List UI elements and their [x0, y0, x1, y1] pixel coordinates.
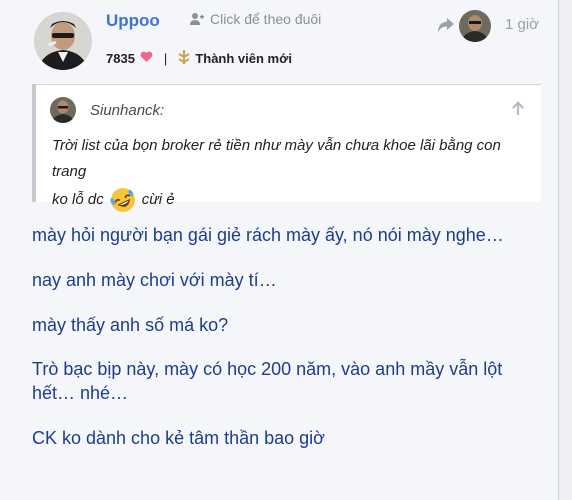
quote-block: Siunhanck: Trời list của bọn broker rẻ t… — [32, 84, 541, 212]
quote-author: Siunhanck: — [90, 102, 165, 119]
quote-text: Trời list của bọn broker rẻ tiền như mày… — [52, 133, 538, 215]
follow-label: Click để theo đuôi — [210, 11, 322, 27]
quote-line-2-after: cừi ẻ — [141, 191, 175, 208]
rofl-emoji — [108, 185, 138, 215]
author-username[interactable]: Uppoo — [106, 11, 160, 31]
reputation-count: 7835 — [106, 51, 135, 66]
post-paragraph: mày thấy anh số má ko? — [32, 315, 229, 335]
arrow-up-icon[interactable] — [510, 100, 526, 116]
author-avatar[interactable] — [34, 12, 92, 70]
post-paragraph: nay anh mày chơi với mày tí… — [32, 270, 277, 290]
add-user-icon — [190, 12, 204, 26]
follow-button[interactable]: Click để theo đuôi — [190, 11, 321, 27]
heart-icon — [140, 51, 153, 66]
stats-separator: | — [163, 51, 168, 66]
post-paragraph: mày hỏi người bạn gái giẻ rách mày ấy, n… — [32, 225, 504, 245]
quote-line-2: ko lỗ dc cừi ẻ — [52, 185, 538, 215]
reply-arrow-icon[interactable] — [437, 17, 455, 33]
forum-post: Uppoo Click để theo đuôi 7835 | Thành vi… — [0, 0, 559, 500]
quote-author-avatar[interactable] — [50, 97, 76, 123]
author-stats: 7835 | Thành viên mới — [106, 50, 292, 67]
post-paragraph: Trò bạc bịp này, mày có học 200 năm, vào… — [32, 359, 503, 403]
post-time[interactable]: 1 giờ — [505, 16, 539, 33]
rank-icon — [178, 50, 190, 67]
quote-line-1: Trời list của bọn broker rẻ tiền như mày… — [52, 137, 501, 180]
reply-to-avatar[interactable] — [459, 10, 491, 42]
post-paragraph: CK ko dành cho kẻ tâm thần bao giờ — [32, 428, 325, 448]
quote-line-2-before: ko lỗ dc — [52, 191, 104, 208]
rank-label: Thành viên mới — [195, 51, 292, 66]
